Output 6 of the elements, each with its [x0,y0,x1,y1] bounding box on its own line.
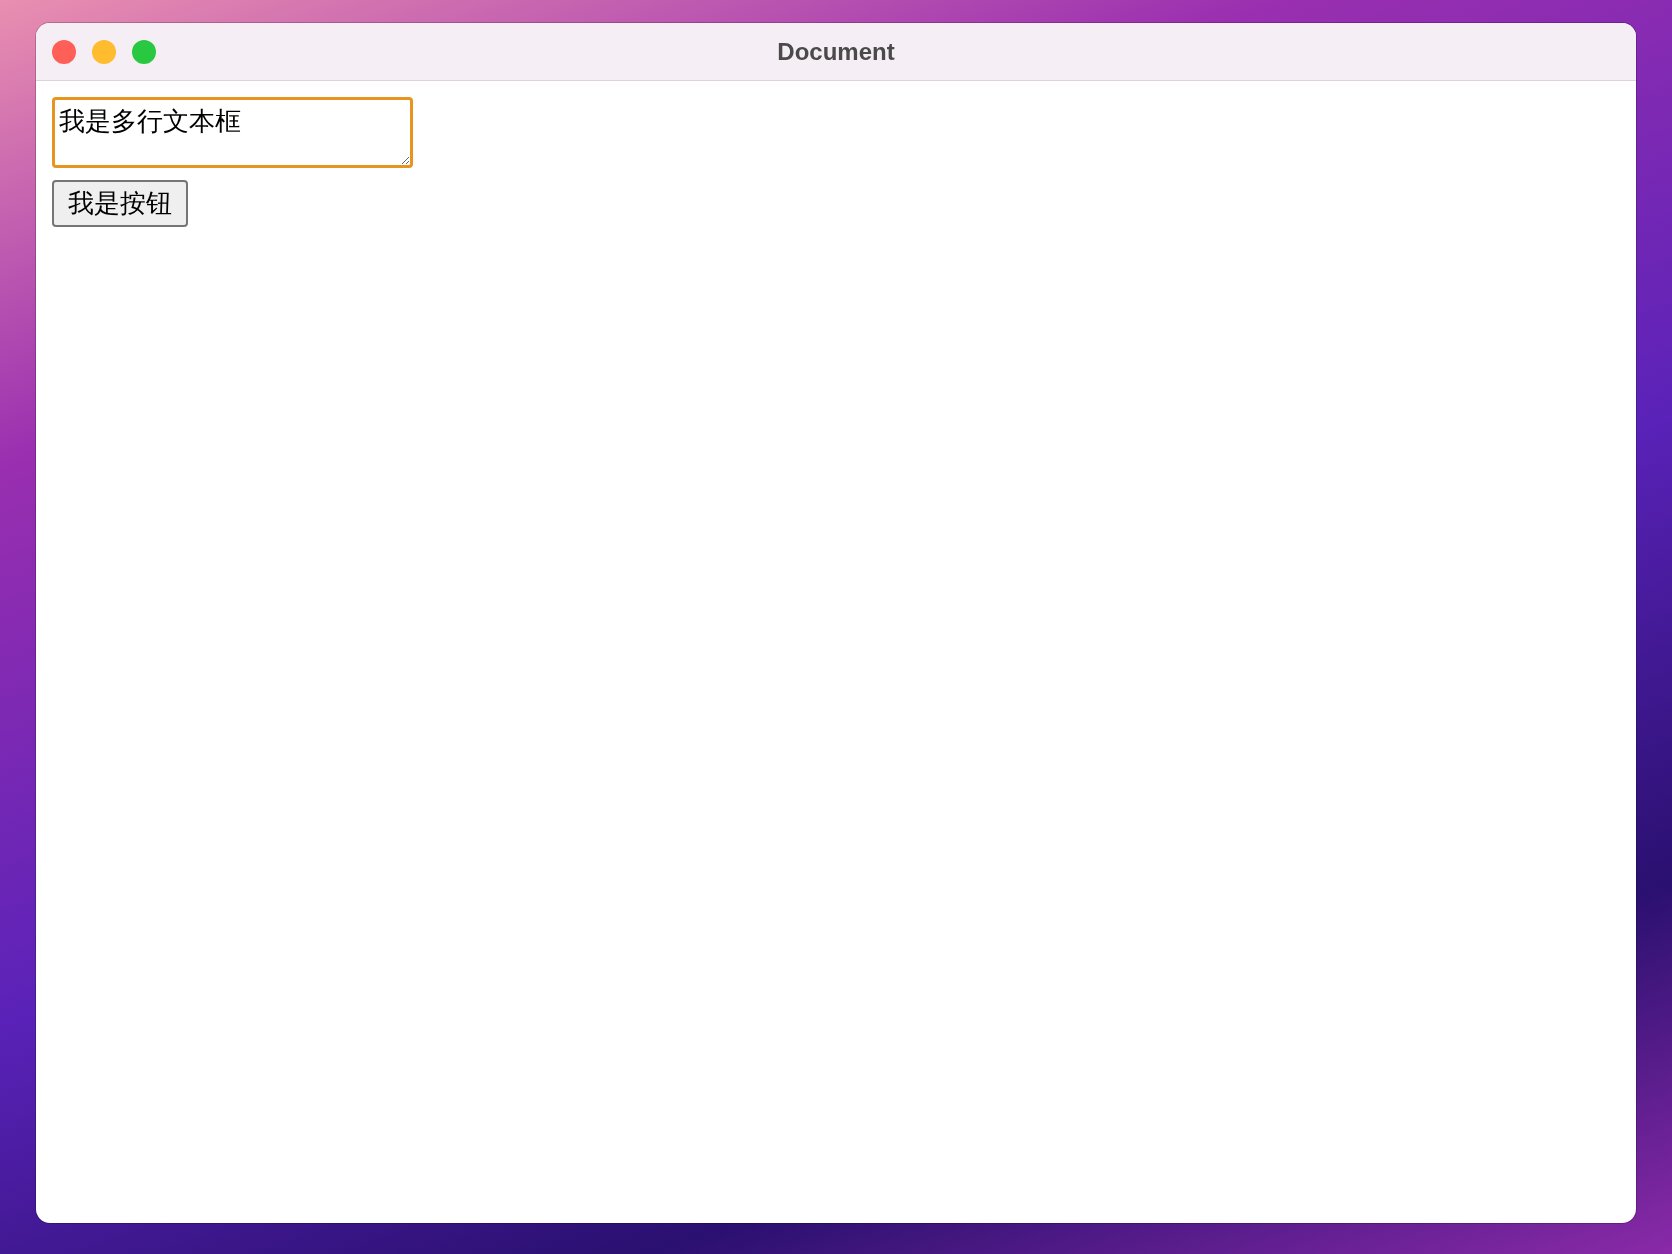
minimize-button[interactable] [92,40,116,64]
close-button[interactable] [52,40,76,64]
text-area[interactable]: 我是多行文本框 [52,97,413,168]
text-button[interactable]: 我是按钮 [52,180,188,227]
zoom-button[interactable] [132,40,156,64]
window-title: Document [777,37,895,66]
